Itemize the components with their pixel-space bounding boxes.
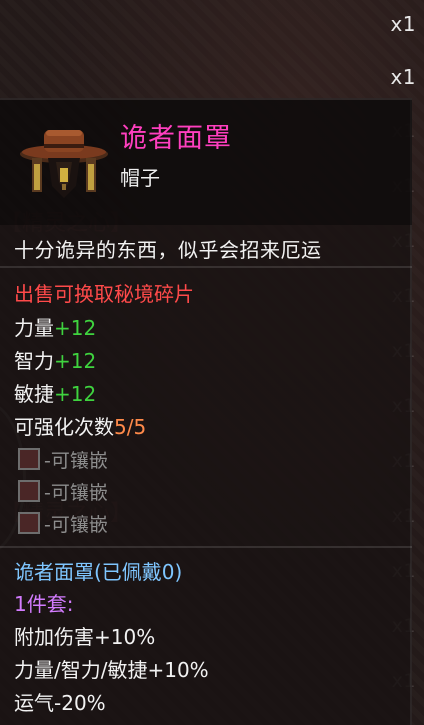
socket-label: -可镶嵌 <box>44 513 108 536</box>
divider <box>0 546 412 548</box>
item-type: 帽子 <box>120 166 160 190</box>
set-bonus: 运气-20% <box>14 691 106 715</box>
hat-mask-icon <box>20 130 108 198</box>
enhance-label: 可强化次数 <box>14 415 114 439</box>
item-description: 十分诡异的东西，似乎会招来厄运 <box>14 238 322 262</box>
stat-strength: 力量+12 <box>14 312 96 341</box>
socket-label: -可镶嵌 <box>44 481 108 504</box>
stat-intelligence: 智力+12 <box>14 345 96 374</box>
socket-box <box>18 448 40 470</box>
stat-agility: 敏捷+12 <box>14 378 96 407</box>
sell-note: 出售可换取秘境碎片 <box>14 282 194 306</box>
socket-box <box>18 480 40 502</box>
set-bonus: 力量/智力/敏捷+10% <box>14 658 209 682</box>
stat-label: 智力 <box>14 349 54 373</box>
inventory-count: x1 <box>390 12 416 36</box>
divider <box>0 266 412 268</box>
stat-label: 力量 <box>14 316 54 340</box>
gem-socket[interactable]: -可镶嵌 <box>18 510 108 536</box>
stat-value: +12 <box>54 349 97 373</box>
stat-label: 敏捷 <box>14 382 54 406</box>
enhance-value: 5/5 <box>114 415 147 439</box>
game-screen: 【精灵之心】 【精灵之心】 x1 x1 x1 x1 x1 x1 x1 x1 x1… <box>0 0 424 725</box>
enhance-count: 可强化次数5/5 <box>14 411 146 440</box>
socket-box <box>18 512 40 534</box>
inventory-count: x1 <box>390 65 416 89</box>
set-tier: 1件套: <box>14 592 74 616</box>
stat-value: +12 <box>54 316 97 340</box>
set-name: 诡者面罩(已佩戴0) <box>14 560 183 584</box>
set-bonus: 附加伤害+10% <box>14 625 156 649</box>
item-name: 诡者面罩 <box>120 123 232 154</box>
gem-socket[interactable]: -可镶嵌 <box>18 446 108 472</box>
socket-label: -可镶嵌 <box>44 449 108 472</box>
item-tooltip: 诡者面罩 帽子 十分诡异的东西，似乎会招来厄运 出售可换取秘境碎片 力量+12 … <box>0 98 412 725</box>
item-header: 诡者面罩 帽子 <box>0 100 412 225</box>
gem-socket[interactable]: -可镶嵌 <box>18 478 108 504</box>
stat-value: +12 <box>54 382 97 406</box>
